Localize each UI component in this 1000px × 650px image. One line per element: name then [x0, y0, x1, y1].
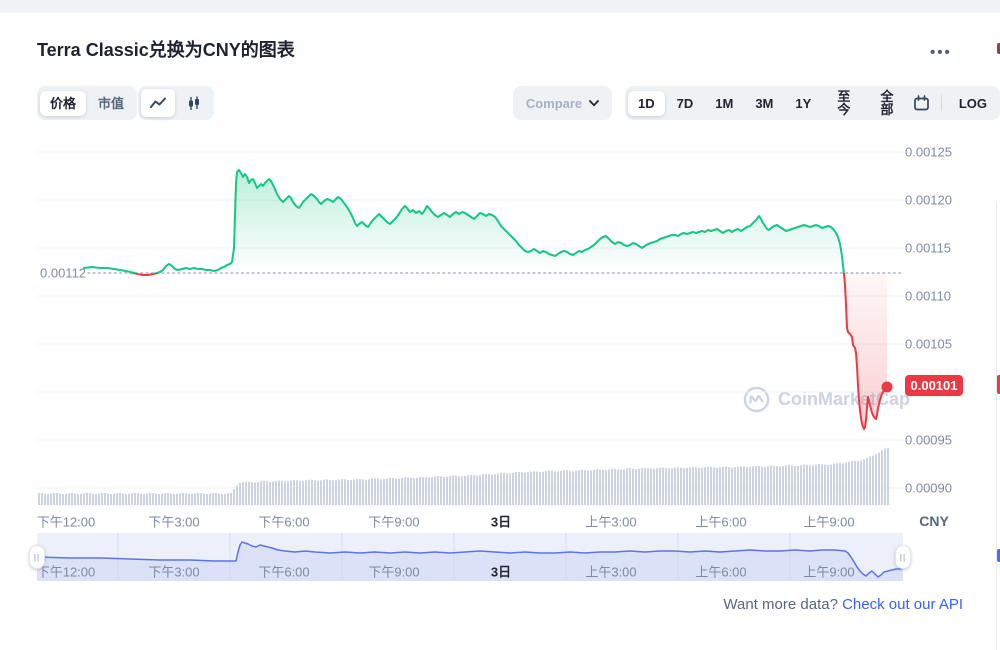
candlestick-icon[interactable] [177, 89, 211, 117]
range-toolbar: 1D7D1M3M1Y至今全部 LOG [625, 86, 1000, 120]
compare-label: Compare [526, 96, 582, 111]
x-axis-label: 下午6:00 [258, 512, 309, 531]
navigator-slider[interactable] [37, 533, 903, 580]
compare-button[interactable]: Compare [513, 86, 612, 120]
chart-page: Terra Classic兑换为CNY的图表 ••• 价格 市值 Compare… [0, 0, 1000, 650]
more-options-icon[interactable]: ••• [930, 44, 952, 61]
range-button-1m[interactable]: 1M [705, 91, 743, 116]
navigator-left-handle[interactable]: || [29, 545, 45, 569]
y-axis-label-0.00105: 0.00105 [905, 337, 952, 352]
x-axis-label: 下午12:00 [37, 512, 96, 531]
tab-market-cap[interactable]: 市值 [88, 91, 134, 116]
range-button-1y[interactable]: 1Y [785, 91, 821, 116]
top-strip [0, 0, 1000, 13]
x-axis-label: 下午9:00 [368, 512, 419, 531]
navigator-right-handle[interactable]: || [895, 545, 911, 569]
price-chart-plot-area[interactable] [37, 130, 903, 505]
chevron-down-icon [589, 100, 599, 107]
y-axis-label-0.00110: 0.00110 [905, 289, 951, 304]
line-chart-icon[interactable] [141, 89, 175, 117]
tab-price[interactable]: 价格 [40, 91, 86, 116]
toolbar-divider [941, 95, 942, 111]
range-button-7d[interactable]: 7D [667, 91, 704, 116]
calendar-icon[interactable] [910, 89, 934, 117]
y-axis-currency-label: CNY [905, 513, 963, 529]
range-button-全部[interactable]: 全部 [866, 84, 907, 122]
y-axis-label-0.00120: 0.00120 [905, 193, 952, 208]
y-axis-label-0.00090: 0.00090 [905, 481, 952, 496]
chart-type-group [138, 86, 214, 120]
x-axis-label: 上午9:00 [803, 512, 854, 531]
x-axis-label: 下午3:00 [148, 512, 199, 531]
y-axis-label-0.00115: 0.00115 [905, 241, 951, 256]
api-link[interactable]: Check out our API [842, 596, 963, 613]
footer-api-promo: Want more data? Check out our API [723, 596, 963, 613]
metric-toggle-group: 价格 市值 [37, 86, 137, 120]
right-edge-divider [996, 203, 997, 650]
y-axis-label-0.00095: 0.00095 [905, 433, 952, 448]
log-scale-button[interactable]: LOG [949, 91, 997, 116]
y-axis-label-0.00125: 0.00125 [905, 145, 952, 160]
x-axis-label: 3日 [491, 512, 511, 531]
range-button-1d[interactable]: 1D [628, 91, 665, 116]
x-axis-label: 上午3:00 [585, 512, 636, 531]
range-button-至今[interactable]: 至今 [823, 84, 864, 122]
range-button-3m[interactable]: 3M [745, 91, 783, 116]
page-title: Terra Classic兑换为CNY的图表 [37, 36, 295, 62]
last-price-badge: 0.00101 [905, 375, 963, 396]
x-axis-label: 上午6:00 [695, 512, 746, 531]
footer-prompt: Want more data? [723, 596, 838, 613]
